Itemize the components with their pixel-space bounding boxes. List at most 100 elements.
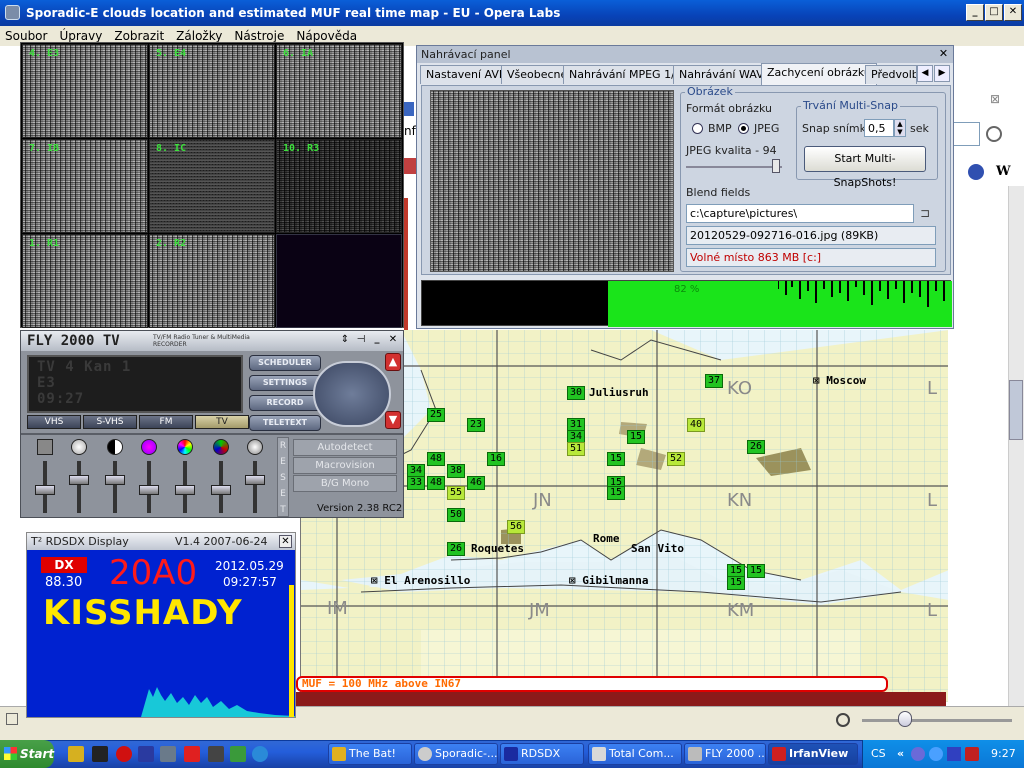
menu-nastroje[interactable]: Nástroje: [229, 29, 289, 43]
brightness-slider[interactable]: [69, 461, 89, 513]
tab-avi-settings[interactable]: Nastavení AVI: [420, 65, 509, 84]
recording-panel-title[interactable]: Nahrávací panel: [417, 46, 953, 63]
snap-input[interactable]: 0,5: [864, 119, 894, 137]
channel-down-icon[interactable]: ▼: [385, 411, 401, 429]
task-sporadic[interactable]: Sporadic-...: [414, 743, 498, 765]
path-field[interactable]: c:\capture\pictures\: [686, 204, 914, 223]
volume-slider[interactable]: [35, 461, 55, 513]
tab-mpeg[interactable]: Nahrávání MPEG 1/2: [563, 65, 688, 84]
pin-icon[interactable]: ⊣: [355, 334, 367, 346]
scheduler-button[interactable]: SCHEDULER: [249, 355, 321, 371]
tab-presets[interactable]: Předvolby: [865, 65, 917, 84]
start-button[interactable]: Start: [0, 740, 54, 768]
reset-button[interactable]: RESET: [277, 437, 289, 517]
jpeg-quality-knob[interactable]: [772, 159, 780, 173]
tab-scroll-left-icon[interactable]: ◀: [917, 65, 933, 82]
close-icon[interactable]: ✕: [387, 334, 399, 346]
tray-expand-icon[interactable]: «: [897, 740, 904, 768]
tray-app-icon[interactable]: [947, 747, 961, 761]
mode-svhs[interactable]: S-VHS: [83, 415, 137, 429]
snap-spinner[interactable]: ▲ ▼: [894, 119, 906, 137]
lcd-channel: TV 4 Kan 1: [37, 359, 132, 375]
sharpness-slider[interactable]: [245, 461, 265, 513]
vertical-scrollbar[interactable]: [1008, 186, 1024, 706]
saturation-slider[interactable]: [139, 461, 159, 513]
menu-zalozky[interactable]: Záložky: [171, 29, 227, 43]
quicklaunch-icon[interactable]: [208, 746, 224, 762]
task-the-bat[interactable]: The Bat!: [328, 743, 412, 765]
settings-button[interactable]: SETTINGS: [249, 375, 321, 391]
channel-up-icon[interactable]: ▲: [385, 353, 401, 371]
task-rdsdx[interactable]: RDSDX: [500, 743, 584, 765]
es-square: 23: [467, 418, 486, 432]
channel-preview[interactable]: 4. E3: [22, 44, 148, 138]
channel-preview[interactable]: 8. IC: [149, 139, 275, 233]
close-button[interactable]: ✕: [1004, 4, 1022, 21]
channel-preview[interactable]: 10. R3: [276, 139, 402, 233]
quicklaunch-icon[interactable]: [92, 746, 108, 762]
rds-title-bar[interactable]: T² RDSDX Display V1.4 2007-06-24: [27, 533, 295, 550]
panel-toggle-icon[interactable]: [6, 713, 18, 725]
close-icon[interactable]: ✕: [937, 48, 950, 61]
tab-image-capture[interactable]: Zachycení obrázku: [761, 63, 877, 85]
mode-tv[interactable]: TV: [195, 415, 249, 429]
maximize-button[interactable]: □: [985, 4, 1003, 21]
quicklaunch-icon[interactable]: [252, 746, 268, 762]
quicklaunch-icon[interactable]: [230, 746, 246, 762]
tray-app-icon[interactable]: [911, 747, 925, 761]
bookmark-icon[interactable]: [404, 158, 416, 174]
quicklaunch-icon[interactable]: [160, 746, 176, 762]
jpeg-radio[interactable]: [738, 123, 749, 134]
quicklaunch-icon[interactable]: [184, 746, 200, 762]
contrast-slider[interactable]: [105, 461, 125, 513]
nav-icon[interactable]: [404, 102, 414, 116]
tray-app-icon[interactable]: [929, 747, 943, 761]
color-slider[interactable]: [211, 461, 231, 513]
zoom-slider-knob[interactable]: [898, 711, 912, 727]
quicklaunch-icon[interactable]: [68, 746, 84, 762]
wikipedia-icon[interactable]: W: [996, 164, 1012, 180]
task-fly2000[interactable]: FLY 2000 ...: [684, 743, 766, 765]
opera-launch-icon[interactable]: [116, 746, 132, 762]
mode-vhs[interactable]: VHS: [27, 415, 81, 429]
es-square: 15: [607, 452, 626, 466]
tab-scroll-right-icon[interactable]: ▶: [934, 65, 950, 82]
record-button[interactable]: RECORD: [249, 395, 321, 411]
channel-preview[interactable]: 2. R2: [149, 234, 275, 328]
close-tab-icon[interactable]: ⊠: [990, 92, 1006, 106]
bg-mono-button[interactable]: B/G Mono: [293, 475, 397, 492]
fly-navigation-joystick[interactable]: [313, 361, 391, 427]
minimize-icon[interactable]: _: [371, 334, 383, 346]
folder-icon[interactable]: ⊐: [920, 206, 936, 220]
bmp-radio[interactable]: [692, 123, 703, 134]
channel-preview[interactable]: 5. E4: [149, 44, 275, 138]
teletext-button[interactable]: TELETEXT: [249, 415, 321, 431]
scroll-icon[interactable]: ⇕: [339, 334, 351, 346]
macrovision-button[interactable]: Macrovision: [293, 457, 397, 474]
menu-upravy[interactable]: Úpravy: [54, 29, 107, 43]
channel-preview[interactable]: 6. IA: [276, 44, 402, 138]
menu-zobrazit[interactable]: Zobrazit: [109, 29, 169, 43]
minimize-button[interactable]: _: [966, 4, 984, 21]
quicklaunch-icon[interactable]: [138, 746, 154, 762]
close-icon[interactable]: ✕: [279, 535, 292, 548]
channel-preview-empty[interactable]: [276, 234, 402, 328]
start-multisnap-button[interactable]: Start Multi-SnapShots!: [804, 146, 926, 189]
search-icon[interactable]: [986, 126, 1002, 142]
scrollbar-thumb[interactable]: [1009, 380, 1023, 440]
tab-wav[interactable]: Nahrávání WAV: [673, 65, 770, 84]
channel-preview[interactable]: 7. IB: [22, 139, 148, 233]
tray-app-icon[interactable]: [965, 747, 979, 761]
menu-napoveda[interactable]: Nápověda: [291, 29, 362, 43]
channel-preview[interactable]: 1. R1: [22, 234, 148, 328]
hue-slider[interactable]: [175, 461, 195, 513]
jpeg-quality-slider[interactable]: [686, 166, 782, 168]
browser-title-bar[interactable]: Sporadic-E clouds location and estimated…: [0, 0, 1024, 26]
menu-soubor[interactable]: Soubor: [0, 29, 52, 43]
autodetect-button[interactable]: Autodetect: [293, 439, 397, 456]
zoom-slider[interactable]: [862, 719, 1012, 722]
mode-fm[interactable]: FM: [139, 415, 193, 429]
feed-icon[interactable]: [968, 164, 984, 180]
task-total-commander[interactable]: Total Com...: [588, 743, 682, 765]
task-irfanview[interactable]: IrfanView: [768, 743, 858, 765]
